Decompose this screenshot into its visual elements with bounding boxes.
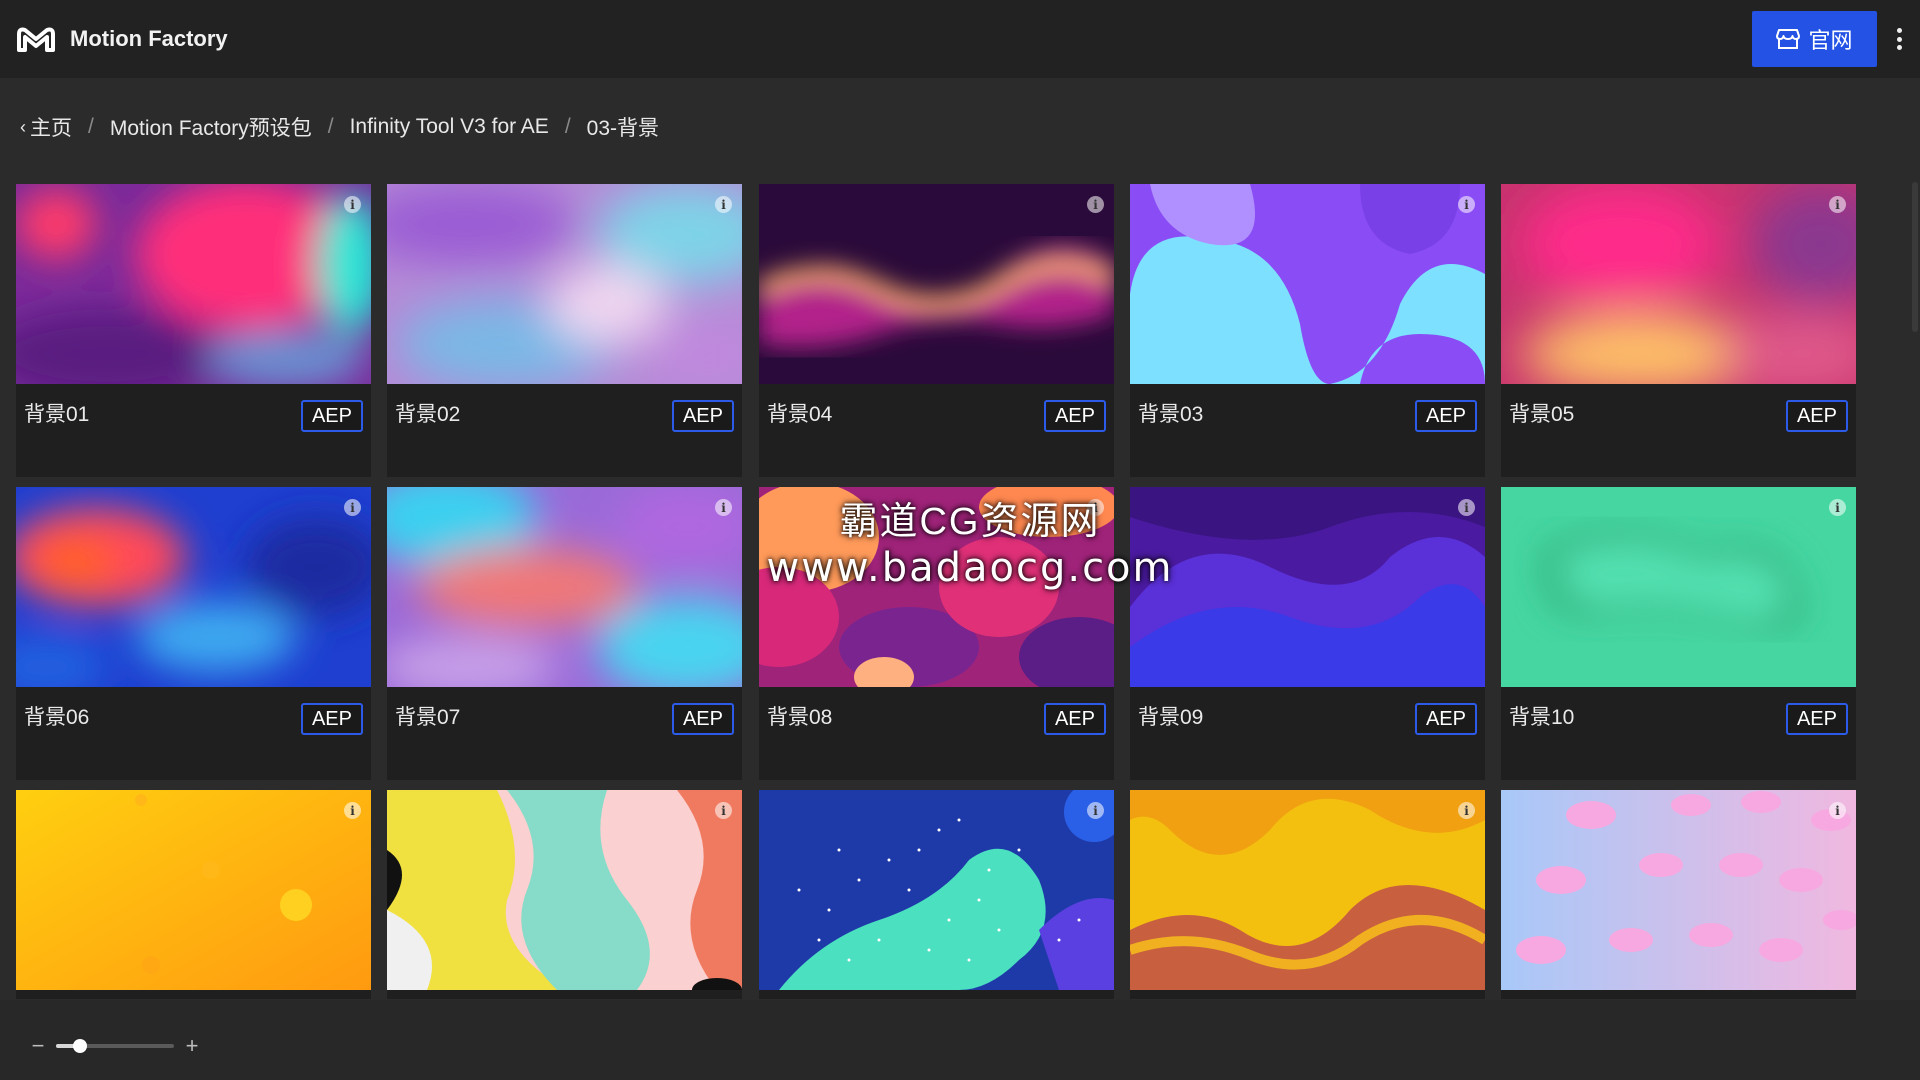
- info-icon[interactable]: i: [344, 196, 361, 213]
- asset-thumbnail[interactable]: [759, 790, 1114, 990]
- info-icon[interactable]: i: [1087, 499, 1104, 516]
- format-badge: AEP: [1043, 400, 1106, 432]
- info-icon[interactable]: i: [1458, 499, 1475, 516]
- info-icon[interactable]: i: [715, 196, 732, 213]
- info-icon[interactable]: i: [1087, 196, 1104, 213]
- asset-thumbnail[interactable]: [1501, 184, 1856, 384]
- info-icon[interactable]: i: [1829, 802, 1846, 819]
- asset-thumbnail[interactable]: [16, 487, 371, 687]
- official-site-button[interactable]: 官网: [1752, 11, 1877, 67]
- format-badge: AEP: [1785, 703, 1848, 735]
- asset-card[interactable]: i 背景04 AEP: [759, 184, 1114, 477]
- asset-card[interactable]: i: [759, 790, 1114, 999]
- motion-factory-logo-icon: [17, 27, 55, 52]
- breadcrumb-separator: /: [327, 115, 334, 138]
- format-badge: AEP: [1785, 400, 1848, 432]
- info-icon[interactable]: i: [344, 802, 361, 819]
- breadcrumb-item-home[interactable]: 主页: [30, 112, 72, 142]
- asset-card[interactable]: i 背景08 AEP: [759, 487, 1114, 780]
- info-icon[interactable]: i: [1087, 802, 1104, 819]
- asset-thumbnail[interactable]: [16, 184, 371, 384]
- asset-thumbnail[interactable]: [759, 184, 1114, 384]
- zoom-slider-handle[interactable]: [72, 1039, 87, 1053]
- format-badge: AEP: [671, 703, 734, 735]
- asset-title: 背景06: [24, 706, 90, 729]
- asset-title: 背景01: [24, 403, 90, 426]
- asset-card[interactable]: i: [1501, 790, 1856, 999]
- asset-thumbnail[interactable]: [1130, 184, 1485, 384]
- breadcrumb-item-current: 03-背景: [586, 117, 660, 140]
- asset-title: 背景08: [767, 706, 833, 729]
- asset-thumbnail[interactable]: [1501, 790, 1856, 990]
- asset-card[interactable]: i 背景09 AEP: [1130, 487, 1485, 780]
- asset-card[interactable]: i: [387, 790, 742, 999]
- breadcrumb-separator: /: [88, 115, 94, 138]
- chevron-left-icon[interactable]: ‹: [20, 117, 26, 138]
- asset-title: 背景07: [395, 706, 461, 729]
- more-vertical-icon[interactable]: [1892, 24, 1906, 54]
- asset-card[interactable]: i 背景05 AEP: [1501, 184, 1856, 477]
- asset-thumbnail[interactable]: [1130, 487, 1485, 687]
- asset-thumbnail[interactable]: [387, 184, 742, 384]
- asset-title: 背景04: [767, 403, 833, 426]
- asset-card[interactable]: i: [16, 790, 371, 999]
- store-icon: [1776, 29, 1801, 49]
- breadcrumb-separator: /: [564, 115, 571, 138]
- zoom-out-button[interactable]: −: [28, 1033, 48, 1059]
- asset-thumbnail[interactable]: [387, 487, 742, 687]
- grid-scrollbar[interactable]: [1912, 182, 1918, 332]
- asset-thumbnail[interactable]: [16, 790, 371, 990]
- asset-card[interactable]: i: [1130, 790, 1485, 999]
- zoom-slider[interactable]: [56, 1039, 174, 1053]
- asset-grid: i 背景01 AEP i 背景02 AEP i 背景04 AEP i 背景03 AEP i 背景0…: [16, 184, 1858, 999]
- asset-thumbnail[interactable]: [759, 487, 1114, 687]
- info-icon[interactable]: i: [344, 499, 361, 516]
- breadcrumb: ‹ 主页 / Motion Factory预设包 / Infinity Tool…: [20, 112, 659, 142]
- app-name: Motion Factory: [70, 26, 228, 51]
- breadcrumb-item-preset-pack[interactable]: Motion Factory预设包: [110, 112, 312, 142]
- format-badge: AEP: [671, 400, 734, 432]
- bottom-bar: [0, 1000, 1920, 1080]
- asset-title: 背景05: [1509, 403, 1575, 426]
- asset-thumbnail[interactable]: [1501, 487, 1856, 687]
- asset-title: 背景09: [1138, 706, 1204, 729]
- info-icon[interactable]: i: [1829, 499, 1846, 516]
- format-badge: AEP: [1414, 400, 1477, 432]
- top-bar: Motion Factory 官网: [0, 0, 1920, 78]
- asset-card[interactable]: i 背景02 AEP: [387, 184, 742, 477]
- info-icon[interactable]: i: [1458, 802, 1475, 819]
- asset-thumbnail[interactable]: [1130, 790, 1485, 990]
- asset-card[interactable]: i 背景07 AEP: [387, 487, 742, 780]
- info-icon[interactable]: i: [715, 499, 732, 516]
- breadcrumb-item-infinity-tool[interactable]: Infinity Tool V3 for AE: [350, 115, 549, 139]
- asset-card[interactable]: i 背景06 AEP: [16, 487, 371, 780]
- info-icon[interactable]: i: [715, 802, 732, 819]
- info-icon[interactable]: i: [1829, 196, 1846, 213]
- info-icon[interactable]: i: [1458, 196, 1475, 213]
- asset-card[interactable]: i 背景01 AEP: [16, 184, 371, 477]
- brand[interactable]: Motion Factory: [16, 24, 228, 54]
- asset-card[interactable]: i 背景03 AEP: [1130, 184, 1485, 477]
- format-badge: AEP: [1043, 703, 1106, 735]
- format-badge: AEP: [300, 400, 363, 432]
- asset-title: 背景03: [1138, 403, 1204, 426]
- asset-title: 背景02: [395, 403, 461, 426]
- format-badge: AEP: [300, 703, 363, 735]
- asset-title: 背景10: [1509, 706, 1575, 729]
- asset-card[interactable]: i 背景10 AEP: [1501, 487, 1856, 780]
- zoom-in-button[interactable]: +: [182, 1033, 202, 1059]
- format-badge: AEP: [1414, 703, 1477, 735]
- zoom-control: − +: [28, 1033, 202, 1059]
- official-site-label: 官网: [1808, 28, 1853, 53]
- asset-thumbnail[interactable]: [387, 790, 742, 990]
